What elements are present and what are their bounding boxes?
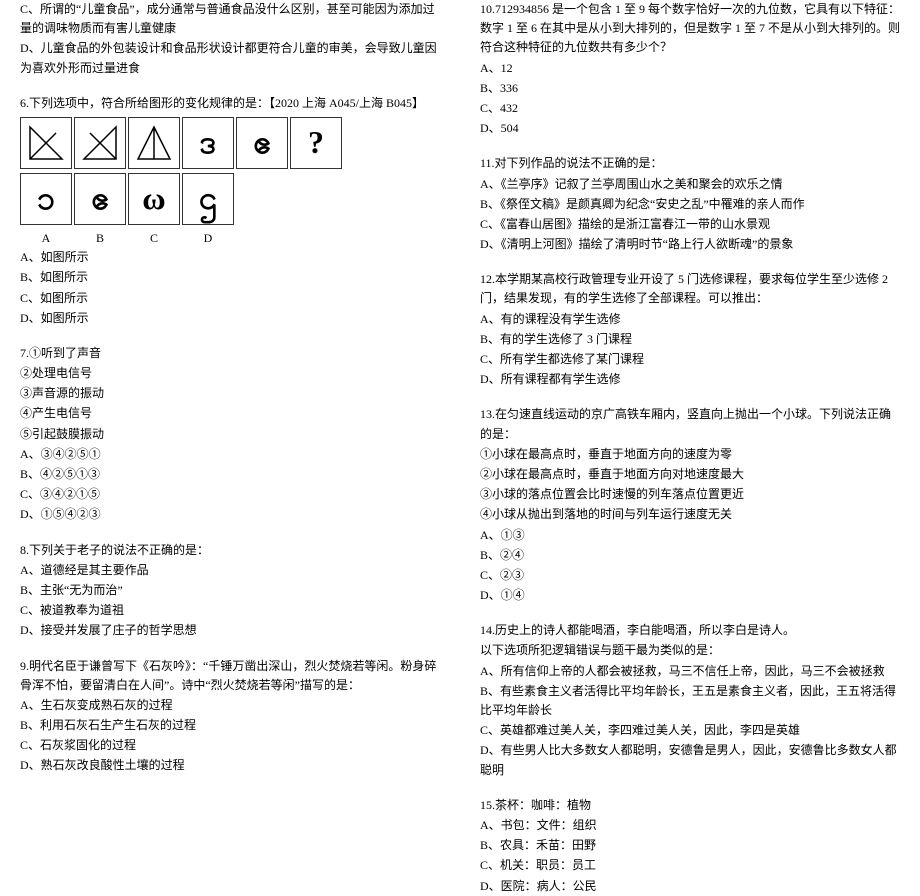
fig-opt-b: ဧ xyxy=(74,173,126,225)
left-column: C、所谓的“儿童食品”，成分通常与普通食品没什么区别，甚至可能因为添加过量的调味… xyxy=(0,0,460,651)
q13-l2: ②小球在最高点时，垂直于地面方向对地速度最大 xyxy=(480,465,900,484)
q7-b: B、④②⑤①③ xyxy=(20,465,440,484)
q9-a: A、生石灰变成熟石灰的过程 xyxy=(20,696,440,715)
fig-tri-1 xyxy=(20,117,72,169)
q7-d: D、①⑤④②③ xyxy=(20,505,440,524)
q12-d: D、所有课程都有学生选修 xyxy=(480,370,900,389)
q10-b: B、336 xyxy=(480,79,900,98)
q6-row2: ၁ ဧ ω ဌ xyxy=(20,173,440,225)
q15-b: B、农具：禾苗：田野 xyxy=(480,836,900,855)
q8-d: D、接受并发展了庄子的哲学思想 xyxy=(20,621,440,640)
q10-stem: 10.712934856 是一个包含 1 至 9 每个数字恰好一次的九位数，它具… xyxy=(480,0,900,58)
label-a: A xyxy=(20,229,72,248)
q11-c: C、《富春山居图》描绘的是浙江富春江一带的山水景观 xyxy=(480,215,900,234)
q7: 7.①听到了声音 ②处理电信号 ③声音源的振动 ④产生电信号 ⑤引起鼓膜振动 A… xyxy=(20,344,440,525)
q10: 10.712934856 是一个包含 1 至 9 每个数字恰好一次的九位数，它具… xyxy=(480,0,900,138)
q8-b: B、主张“无为而治” xyxy=(20,581,440,600)
pre-options: C、所谓的“儿童食品”，成分通常与普通食品没什么区别，甚至可能因为添加过量的调味… xyxy=(20,0,440,78)
q14-c: C、英雄都难过美人关，李四难过美人关，因此，李四是英雄 xyxy=(480,721,900,740)
q13: 13.在匀速直线运动的京广高铁车厢内，竖直向上抛出一个小球。下列说法正确的是： … xyxy=(480,405,900,605)
q10-a: A、12 xyxy=(480,59,900,78)
q6-d: D、如图所示 xyxy=(20,309,440,328)
q13-c: C、②③ xyxy=(480,566,900,585)
q7-a: A、③④②⑤① xyxy=(20,445,440,464)
q12-c: C、所有学生都选修了某门课程 xyxy=(480,350,900,369)
q15: 15.茶杯：咖啡：植物 A、书包：文件：组织 B、农具：禾苗：田野 C、机关：职… xyxy=(480,796,900,896)
fig-qmark: ? xyxy=(290,117,342,169)
label-c: C xyxy=(128,229,180,248)
q9-stem: 9.明代名臣于谦曾写下《石灰吟》：“千锤万凿出深山，烈火焚烧若等闲。粉身碎骨浑不… xyxy=(20,657,440,695)
fig-glyph-1: ဒ xyxy=(182,117,234,169)
q13-l4: ④小球从抛出到落地的时间与列车运行速度无关 xyxy=(480,505,900,524)
q11: 11.对下列作品的说法不正确的是： A、《兰亭序》记叙了兰亭周围山水之美和聚会的… xyxy=(480,154,900,254)
q13-l3: ③小球的落点位置会比时速慢的列车落点位置更近 xyxy=(480,485,900,504)
q11-stem: 11.对下列作品的说法不正确的是： xyxy=(480,154,900,173)
q8-stem: 8.下列关于老子的说法不正确的是： xyxy=(20,541,440,560)
fig-tri-2 xyxy=(74,117,126,169)
q6-b: B、如图所示 xyxy=(20,268,440,287)
q6-row1: ဒ ဧ ? xyxy=(20,117,440,169)
fig-opt-a: ၁ xyxy=(20,173,72,225)
fig-glyph-2: ဧ xyxy=(236,117,288,169)
q7-c: C、③④②①⑤ xyxy=(20,485,440,504)
q8-a: A、道德经是其主要作品 xyxy=(20,561,440,580)
q6: 6.下列选项中，符合所给图形的变化规律的是：【2020 上海 A045/上海 B… xyxy=(20,94,440,328)
q13-l1: ①小球在最高点时，垂直于地面方向的速度为零 xyxy=(480,445,900,464)
q15-c: C、机关：职员：员工 xyxy=(480,856,900,875)
q6-c: C、如图所示 xyxy=(20,289,440,308)
q15-stem: 15.茶杯：咖啡：植物 xyxy=(480,796,900,815)
q8-c: C、被道教奉为道祖 xyxy=(20,601,440,620)
q10-c: C、432 xyxy=(480,99,900,118)
fig-opt-d: ဌ xyxy=(182,173,234,225)
q11-a: A、《兰亭序》记叙了兰亭周围山水之美和聚会的欢乐之情 xyxy=(480,175,900,194)
q12-stem: 12.本学期某高校行政管理专业开设了 5 门选修课程，要求每位学生至少选修 2 … xyxy=(480,270,900,308)
opt-d: D、儿童食品的外包装设计和食品形状设计都更符合儿童的审美，会导致儿童因为喜欢外形… xyxy=(20,39,440,77)
q14-sub: 以下选项所犯逻辑错误与题干最为类似的是： xyxy=(480,641,900,660)
q8: 8.下列关于老子的说法不正确的是： A、道德经是其主要作品 B、主张“无为而治”… xyxy=(20,541,440,641)
q7-l2: ②处理电信号 xyxy=(20,364,440,383)
q9-b: B、利用石灰石生产生石灰的过程 xyxy=(20,716,440,735)
q11-b: B、《祭侄文稿》是颜真卿为纪念“安史之乱”中罹难的亲人而作 xyxy=(480,195,900,214)
label-d: D xyxy=(182,229,234,248)
q9-d: D、熟石灰改良酸性土壤的过程 xyxy=(20,756,440,775)
q6-a: A、如图所示 xyxy=(20,248,440,267)
q9-c: C、石灰浆固化的过程 xyxy=(20,736,440,755)
q7-l5: ⑤引起鼓膜振动 xyxy=(20,425,440,444)
q15-d: D、医院：病人：公民 xyxy=(480,877,900,896)
q12-b: B、有的学生选修了 3 门课程 xyxy=(480,330,900,349)
q9: 9.明代名臣于谦曾写下《石灰吟》：“千锤万凿出深山，烈火焚烧若等闲。粉身碎骨浑不… xyxy=(20,657,440,776)
fig-tri-3 xyxy=(128,117,180,169)
q14-d: D、有些男人比大多数女人都聪明，安德鲁是男人，因此，安德鲁比多数女人都聪明 xyxy=(480,741,900,779)
q14-a: A、所有信仰上帝的人都会被拯救，马三不信任上帝，因此，马三不会被拯救 xyxy=(480,662,900,681)
q14: 14.历史上的诗人都能喝酒，李白能喝酒，所以李白是诗人。 以下选项所犯逻辑错误与… xyxy=(480,621,900,780)
q12: 12.本学期某高校行政管理专业开设了 5 门选修课程，要求每位学生至少选修 2 … xyxy=(480,270,900,389)
q11-d: D、《清明上河图》描绘了清明时节“路上行人欲断魂”的景象 xyxy=(480,235,900,254)
q12-a: A、有的课程没有学生选修 xyxy=(480,310,900,329)
opt-c: C、所谓的“儿童食品”，成分通常与普通食品没什么区别，甚至可能因为添加过量的调味… xyxy=(20,0,440,38)
q13-d: D、①④ xyxy=(480,586,900,605)
fig-opt-c: ω xyxy=(128,173,180,225)
q7-l4: ④产生电信号 xyxy=(20,404,440,423)
q14-stem: 14.历史上的诗人都能喝酒，李白能喝酒，所以李白是诗人。 xyxy=(480,621,900,640)
q13-b: B、②④ xyxy=(480,546,900,565)
q14-b: B、有些素食主义者活得比平均年龄长，王五是素食主义者，因此，王五将活得比平均年龄… xyxy=(480,682,900,720)
q13-stem: 13.在匀速直线运动的京广高铁车厢内，竖直向上抛出一个小球。下列说法正确的是： xyxy=(480,405,900,443)
q10-d: D、504 xyxy=(480,119,900,138)
right-column: 10.712934856 是一个包含 1 至 9 每个数字恰好一次的九位数，它具… xyxy=(460,0,920,651)
q15-a: A、书包：文件：组织 xyxy=(480,816,900,835)
q6-stem: 6.下列选项中，符合所给图形的变化规律的是：【2020 上海 A045/上海 B… xyxy=(20,94,440,113)
label-b: B xyxy=(74,229,126,248)
q13-a: A、①③ xyxy=(480,526,900,545)
q6-labels: A B C D xyxy=(20,229,440,248)
q7-l3: ③声音源的振动 xyxy=(20,384,440,403)
q7-l1: 7.①听到了声音 xyxy=(20,344,440,363)
